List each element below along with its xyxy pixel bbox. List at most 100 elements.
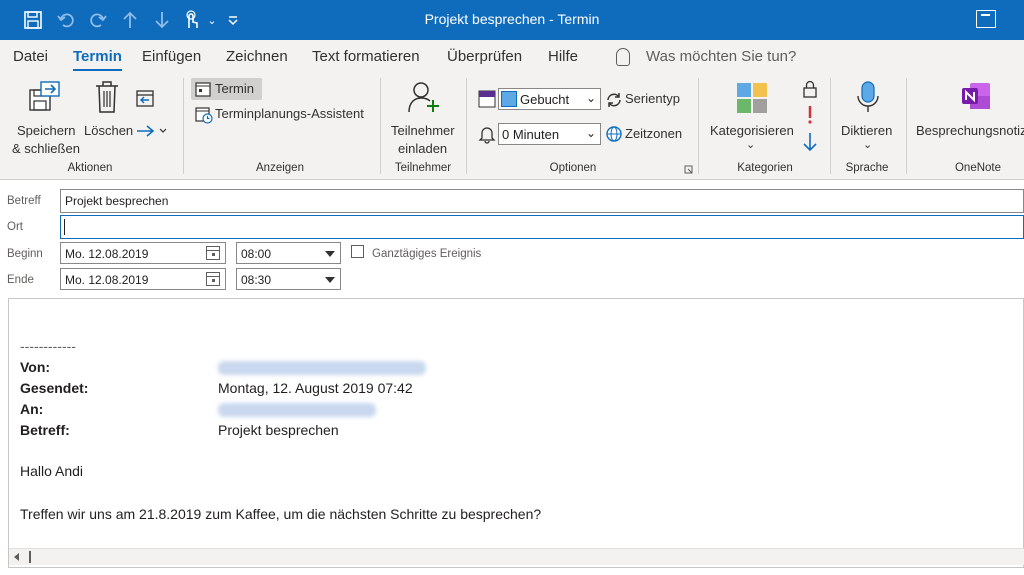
location-field[interactable] [60,215,1024,239]
delete-button[interactable]: Löschen [82,78,134,138]
scheduling-assistant-label: Terminplanungs-Assistent [215,106,364,121]
add-person-icon [408,82,439,113]
location-label: Ort [7,221,23,233]
end-label: Ende [7,274,34,286]
calendar-icon[interactable] [206,272,220,286]
end-date-value: Mo. 12.08.2019 [65,273,149,287]
subject-field[interactable]: Projekt besprechen [60,189,1024,213]
show-as-dropdown[interactable]: Gebucht ⌄ [498,88,601,110]
group-label-aktionen: Aktionen [67,162,113,174]
tab-zeichnen[interactable]: Zeichnen [226,48,288,65]
low-importance-icon[interactable] [802,132,818,152]
calendar-forward-button[interactable] [135,88,157,110]
calendar-icon[interactable] [206,246,220,260]
calendar-icon [195,82,211,97]
greeting-text: Hallo Andi [20,463,84,479]
scroll-left-icon[interactable] [14,553,19,561]
chevron-down-icon: ⌄ [746,139,756,151]
microphone-icon [857,81,879,112]
termin-view-button[interactable]: Termin [191,78,262,100]
group-label-teilnehmer: Teilnehmer [394,162,452,174]
redacted-recipient [218,403,376,417]
delete-label: Löschen [84,123,134,138]
recurrence-label: Serientyp [625,91,680,106]
start-date-value: Mo. 12.08.2019 [65,247,149,261]
dropdown-arrow-icon [325,251,335,257]
message-text: Treffen wir uns am 21.8.2019 zum Kaffee,… [20,506,542,522]
trash-icon [96,81,118,113]
ribbon-separator [698,78,699,174]
meeting-notes-label: Besprechungsnotiz [916,123,1024,138]
dropdown-arrow-icon [325,277,335,283]
lightbulb-icon [616,48,630,66]
end-date-field[interactable]: Mo. 12.08.2019 [60,268,226,290]
tab-termin[interactable]: Termin [73,48,122,71]
end-time-dropdown[interactable]: 08:30 [236,268,341,290]
start-date-field[interactable]: Mo. 12.08.2019 [60,242,226,264]
time-zones-button[interactable]: Zeitzonen [605,123,687,145]
chevron-down-icon: ⌄ [585,126,596,140]
ribbon-separator [380,78,381,174]
to-label: An: [20,401,44,417]
sent-value: Montag, 12. August 2019 07:42 [218,380,413,396]
high-importance-icon[interactable] [805,105,815,125]
group-label-kategorien: Kategorien [737,162,793,174]
categorize-button[interactable]: Kategorisieren ⌄ [706,78,798,154]
horizontal-scrollbar[interactable] [9,548,1024,565]
tab-ueberpruefen[interactable]: Überprüfen [447,48,522,65]
group-label-sprache: Sprache [845,162,889,174]
termin-view-label: Termin [215,81,255,96]
sent-label: Gesendet: [20,380,89,396]
dictate-button[interactable]: Diktieren ⌄ [836,78,900,154]
tab-hilfe[interactable]: Hilfe [548,48,578,65]
chevron-down-icon: ⌄ [863,139,873,151]
invite-attendees-button[interactable]: Teilnehmer einladen [387,78,459,156]
globe-icon [606,126,622,142]
ribbon-separator [183,78,184,174]
invite-label-2: einladen [398,141,448,156]
separator-line: ------------ [20,338,76,354]
save-close-button[interactable]: Speichern & schließen [10,78,80,156]
invite-label-1: Teilnehmer [391,123,455,138]
scroll-thumb[interactable] [29,551,31,563]
lock-icon[interactable] [803,80,817,98]
time-zones-label: Zeitzonen [625,126,683,141]
reminder-dropdown[interactable]: 0 Minuten ⌄ [498,123,601,145]
group-label-optionen: Optionen [549,162,597,174]
forward-arrow-icon [137,125,167,137]
subject-label: Betreff [7,195,41,207]
scheduling-assistant-button[interactable]: Terminplanungs-Assistent [191,103,371,125]
ribbon-separator [830,78,831,174]
save-close-label-2: & schließen [12,141,80,156]
redacted-sender [218,361,426,375]
tab-datei[interactable]: Datei [13,48,48,65]
title-bar: ⌄ Projekt besprechen - Termin [0,0,1024,40]
onenote-icon [962,83,990,109]
forward-button[interactable] [135,122,171,142]
bell-icon [478,127,496,144]
categorize-icon [737,83,767,113]
tab-einfuegen[interactable]: Einfügen [142,48,201,65]
save-close-label-1: Speichern [17,123,76,138]
tab-text-formatieren[interactable]: Text formatieren [312,48,420,65]
tell-me-search[interactable]: Was möchten Sie tun? [646,48,796,65]
ribbon-display-options-icon[interactable] [976,10,996,28]
ribbon: Speichern & schließen Löschen Aktionen T… [0,72,1024,180]
chevron-down-icon: ⌄ [585,91,596,105]
start-time-dropdown[interactable]: 08:00 [236,242,341,264]
text-cursor [64,219,65,235]
show-as-icon [478,90,496,108]
all-day-checkbox[interactable] [351,245,364,258]
body-subject-value: Projekt besprechen [218,422,339,438]
group-label-onenote: OneNote [954,162,1002,174]
end-time-value: 08:30 [241,273,272,287]
message-body[interactable] [8,298,1024,568]
meeting-notes-button[interactable]: Besprechungsnotiz [912,78,1024,154]
ribbon-separator [906,78,907,174]
busy-color-swatch [501,91,517,107]
dialog-launcher-icon[interactable] [684,165,693,174]
recurrence-button[interactable]: Serientyp [605,89,687,111]
group-label-anzeigen: Anzeigen [256,162,304,174]
ribbon-separator [466,78,467,174]
from-label: Von: [20,359,51,375]
